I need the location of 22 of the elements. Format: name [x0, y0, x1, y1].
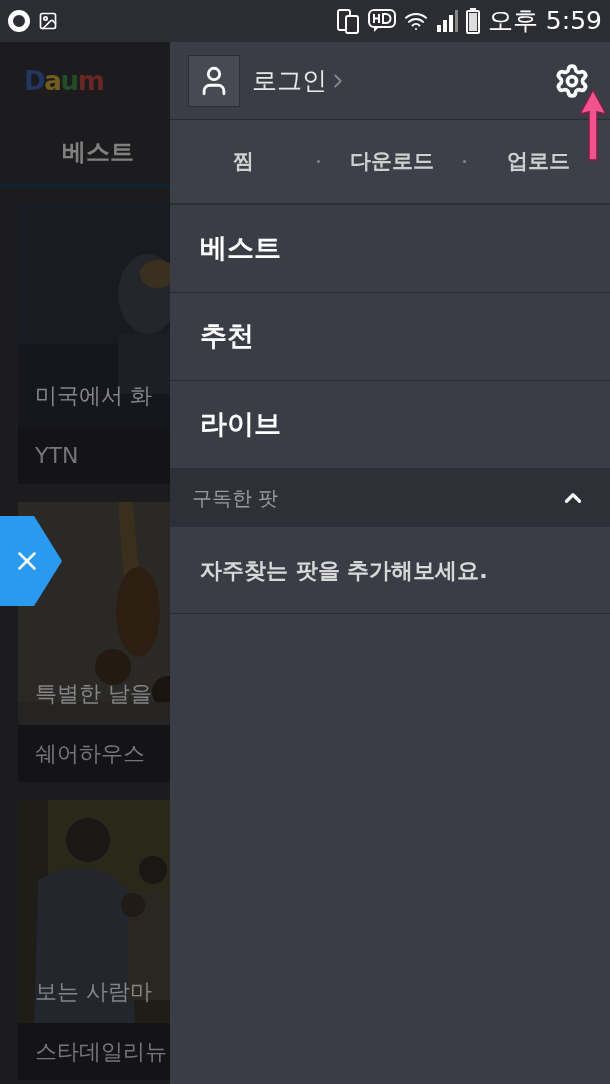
video-title: 미국에서 화 — [35, 382, 152, 410]
quick-link[interactable]: 다운로드 — [319, 145, 464, 178]
signal-icon — [435, 9, 458, 33]
channel-name: YTN — [35, 442, 79, 470]
phone-icon — [335, 8, 360, 34]
channel-name: 쉐어하우스 — [35, 740, 145, 768]
image-icon — [38, 11, 58, 31]
empty-message: 자주찾는 팟을 추가해보세요. — [200, 556, 488, 585]
settings-icon[interactable] — [554, 62, 590, 99]
hd-icon — [367, 8, 396, 34]
video-title: 보는 사람마 — [35, 978, 152, 1006]
battery-icon — [465, 8, 480, 34]
menu-item[interactable]: 베스트 — [170, 205, 610, 293]
clock-time: 오후 5:59 — [487, 5, 602, 38]
channel-name: 스타데일리뉴 — [35, 1038, 167, 1066]
menu-item[interactable]: 추천 — [170, 293, 610, 381]
section-header[interactable]: 구독한 팟 — [170, 469, 610, 527]
avatar[interactable] — [188, 54, 240, 107]
quick-link[interactable]: 찜 — [170, 145, 317, 178]
video-title: 특별한 날을 — [35, 680, 152, 708]
login-link[interactable]: 로그인 — [252, 61, 349, 100]
quick-link[interactable]: 업로드 — [466, 145, 610, 178]
